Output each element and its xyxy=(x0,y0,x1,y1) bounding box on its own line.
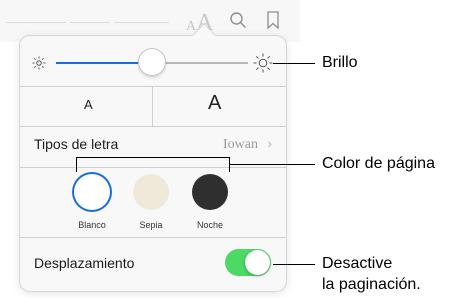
theme-white-label: Blanco xyxy=(78,220,106,230)
toggle-knob xyxy=(245,250,270,275)
theme-sepia-swatch[interactable] xyxy=(133,174,169,210)
theme-night-swatch[interactable] xyxy=(192,174,228,210)
divider xyxy=(20,237,286,238)
brightness-track-empty xyxy=(153,62,248,64)
search-icon[interactable] xyxy=(229,11,247,29)
page-text-line xyxy=(70,22,110,23)
sun-large-icon xyxy=(253,53,273,73)
divider xyxy=(20,86,286,87)
divider xyxy=(152,86,153,126)
divider xyxy=(20,167,286,168)
brightness-slider-thumb[interactable] xyxy=(139,49,165,75)
scroll-callout-line2: la paginación. xyxy=(322,276,421,293)
callout-bracket xyxy=(76,157,77,172)
bookmark-icon[interactable] xyxy=(266,11,280,29)
scroll-row-label: Desplazamiento xyxy=(34,255,135,271)
decrease-font-button[interactable]: A xyxy=(84,97,93,112)
callout-line xyxy=(229,164,315,165)
page-text-line xyxy=(114,22,169,23)
theme-night-label: Noche xyxy=(196,220,223,230)
increase-font-button[interactable]: A xyxy=(208,92,221,115)
scroll-toggle[interactable] xyxy=(225,249,271,276)
page-text-line xyxy=(6,22,66,23)
font-value: Iowan xyxy=(223,137,258,152)
callout-line xyxy=(273,264,315,265)
chevron-right-icon: › xyxy=(267,135,272,151)
theme-white-swatch[interactable] xyxy=(74,174,110,210)
sun-small-icon xyxy=(32,56,46,70)
callout-bracket xyxy=(76,157,229,158)
page-color-callout: Color de página xyxy=(322,155,435,172)
fonts-row-label: Tipos de letra xyxy=(34,136,119,152)
brightness-callout: Brillo xyxy=(322,54,358,71)
scroll-callout-line1: Desactive xyxy=(322,255,393,272)
theme-sepia-label: Sepia xyxy=(139,220,163,230)
callout-line xyxy=(273,63,315,64)
